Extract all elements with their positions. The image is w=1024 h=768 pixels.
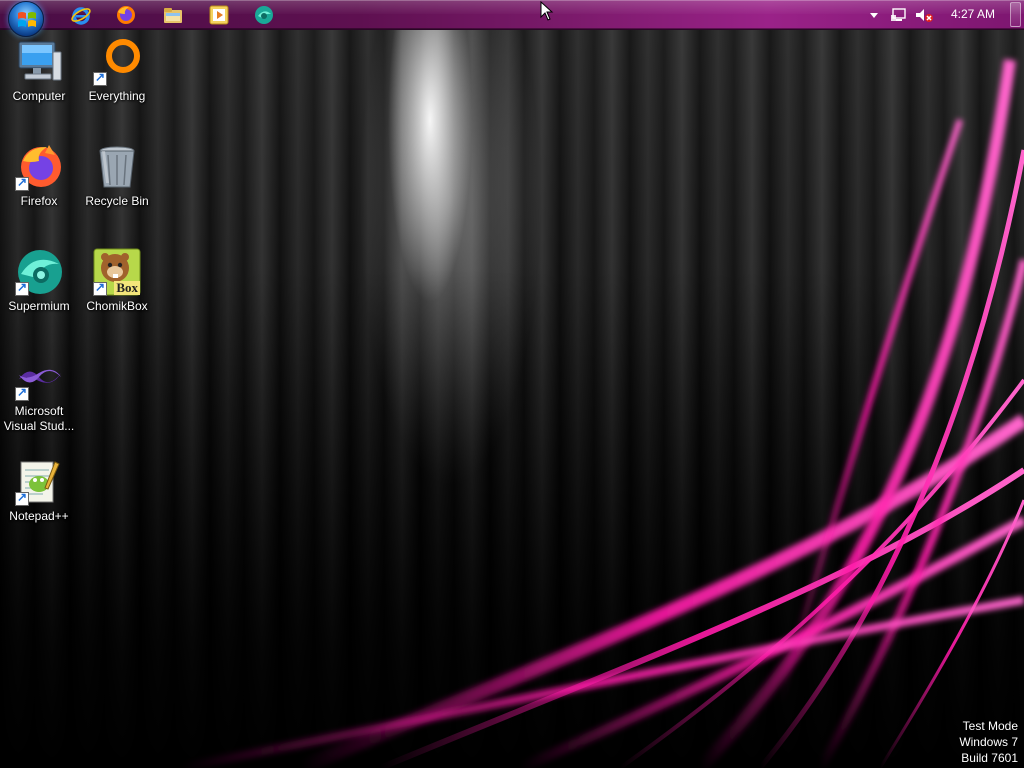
shortcut-arrow-icon	[15, 175, 29, 191]
windows-logo-icon	[18, 12, 36, 27]
desktop-icon-label: Recycle Bin	[85, 194, 149, 208]
watermark-line-os: Windows 7	[959, 735, 1018, 749]
desktop-wallpaper	[0, 0, 1024, 768]
test-mode-watermark: Test Mode Windows 7 Build 7601	[959, 718, 1018, 766]
recycle-bin-icon	[93, 143, 141, 191]
notepad-plus-plus-icon	[15, 458, 63, 506]
desktop-icon-label: Everything	[88, 89, 146, 103]
show-desktop-button[interactable]	[1010, 2, 1021, 27]
network-icon[interactable]	[890, 6, 908, 24]
supermium-taskbar-icon[interactable]	[253, 4, 275, 26]
shortcut-arrow-icon	[93, 70, 107, 86]
watermark-line-test-mode: Test Mode	[962, 719, 1018, 733]
desktop-icon-recycle-bin[interactable]: Recycle Bin	[79, 143, 155, 209]
shortcut-arrow-icon	[15, 280, 29, 296]
internet-explorer-icon[interactable]	[70, 4, 92, 26]
chomikbox-badge: Box	[114, 280, 140, 295]
desktop-icon-supermium[interactable]: Supermium	[1, 248, 77, 314]
desktop-icon-chomikbox[interactable]: Box ChomikBox	[79, 248, 155, 314]
desktop-icon-label: Firefox	[20, 194, 58, 208]
mouse-cursor-icon	[540, 0, 554, 25]
media-player-icon[interactable]	[208, 4, 230, 26]
windows-explorer-icon[interactable]	[162, 4, 184, 26]
start-button[interactable]	[8, 1, 44, 37]
desktop-icon-label: ChomikBox	[86, 299, 148, 313]
visual-studio-icon	[15, 353, 63, 401]
computer-icon	[15, 38, 63, 86]
desktop-icon-computer[interactable]: Computer	[1, 38, 77, 104]
supermium-icon	[15, 248, 63, 296]
watermark-line-build: Build 7601	[961, 751, 1018, 765]
desktop-icon-firefox[interactable]: Firefox	[1, 143, 77, 209]
desktop-icon-label: Microsoft Visual Stud...	[3, 404, 75, 433]
desktop-icon-visual-studio[interactable]: Microsoft Visual Stud...	[1, 353, 77, 434]
shortcut-arrow-icon	[15, 490, 29, 506]
desktop-icon-label: Supermium	[8, 299, 70, 313]
firefox-taskbar-icon[interactable]	[115, 4, 137, 26]
shortcut-arrow-icon	[93, 280, 107, 296]
chomikbox-icon: Box	[93, 248, 141, 296]
taskbar-clock[interactable]: 4:27 AM	[943, 7, 1003, 21]
everything-icon	[93, 38, 141, 86]
shortcut-arrow-icon	[15, 385, 29, 401]
chevron-down-icon	[870, 13, 878, 18]
desktop-icon-everything[interactable]: Everything	[79, 38, 155, 104]
desktop-icon-label: Notepad++	[9, 509, 69, 523]
wallpaper-light-streaks	[179, 59, 1024, 768]
volume-muted-icon[interactable]	[914, 6, 934, 24]
desktop-icon-label: Computer	[12, 89, 66, 103]
firefox-icon	[15, 143, 63, 191]
desktop-icon-notepad-plus-plus[interactable]: Notepad++	[1, 458, 77, 524]
show-hidden-icons-button[interactable]	[868, 6, 880, 24]
